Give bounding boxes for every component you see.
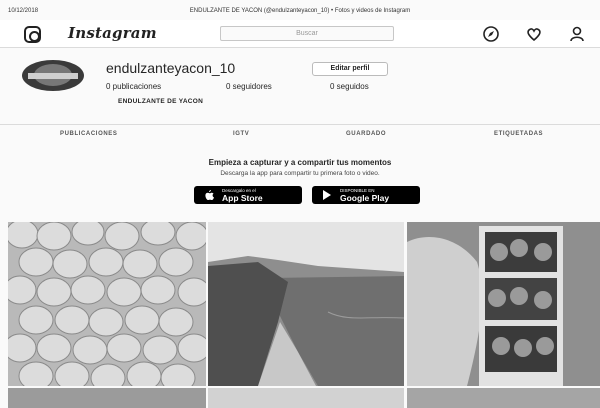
profile-tabs: PUBLICACIONES IGTV GUARDADO ETIQUETADAS	[0, 124, 600, 146]
tab-igtv[interactable]: IGTV	[233, 131, 249, 137]
edit-profile-button[interactable]: Editar perfil	[312, 62, 388, 76]
heart-icon[interactable]	[525, 25, 543, 43]
app-store-button[interactable]: Descargalo en el App Store	[194, 186, 302, 204]
profile-header: endulzanteyacon_10 Editar perfil 0 publi…	[0, 60, 600, 120]
post-thumbnail-4[interactable]	[8, 388, 206, 408]
profile-username: endulzanteyacon_10	[106, 60, 236, 76]
instagram-camera-icon[interactable]	[24, 26, 41, 43]
coast-photo	[208, 222, 404, 386]
posts-count: 0 publicaciones	[106, 82, 162, 91]
apple-icon	[205, 190, 214, 200]
instagram-logo[interactable]: Instagram	[68, 24, 157, 42]
following-count[interactable]: 0 seguidos	[330, 82, 369, 91]
tab-tagged[interactable]: ETIQUETADAS	[494, 131, 543, 137]
post-thumbnail-eggs[interactable]	[8, 222, 206, 386]
google-play-button[interactable]: DISPONIBLE EN Google Play	[312, 186, 420, 204]
google-play-label: Google Play	[340, 193, 390, 203]
tab-posts[interactable]: PUBLICACIONES	[60, 131, 117, 137]
user-icon[interactable]	[568, 25, 586, 43]
profile-full-name: ENDULZANTE DE YACON	[118, 98, 204, 105]
photobooth-photo	[407, 222, 600, 386]
post-thumbnail-photobooth[interactable]	[407, 222, 600, 386]
eggs-photo	[8, 222, 206, 386]
search-input[interactable]: Buscar	[220, 26, 394, 41]
avatar-label-band	[28, 73, 78, 79]
compass-icon[interactable]	[482, 25, 500, 43]
avatar[interactable]	[22, 60, 84, 91]
posts-grid	[0, 222, 600, 408]
empty-state: Empieza a capturar y a compartir tus mom…	[0, 158, 600, 177]
print-header: 10/12/2018 ENDULZANTE DE YACON (@endulza…	[0, 0, 600, 18]
post-thumbnail-coast[interactable]	[208, 222, 404, 386]
print-title: ENDULZANTE DE YACON (@endulzanteyacon_10…	[189, 8, 411, 14]
post-thumbnail-6[interactable]	[407, 388, 600, 408]
top-navigation-bar: Instagram Buscar	[0, 20, 600, 48]
tab-saved[interactable]: GUARDADO	[346, 131, 386, 137]
google-play-icon	[323, 190, 331, 200]
empty-state-headline: Empieza a capturar y a compartir tus mom…	[208, 158, 392, 167]
post-thumbnail-5[interactable]	[208, 388, 404, 408]
app-store-label: App Store	[222, 193, 263, 203]
followers-count[interactable]: 0 seguidores	[226, 82, 272, 91]
empty-state-subtext: Descarga la app para compartir tu primer…	[220, 170, 380, 177]
